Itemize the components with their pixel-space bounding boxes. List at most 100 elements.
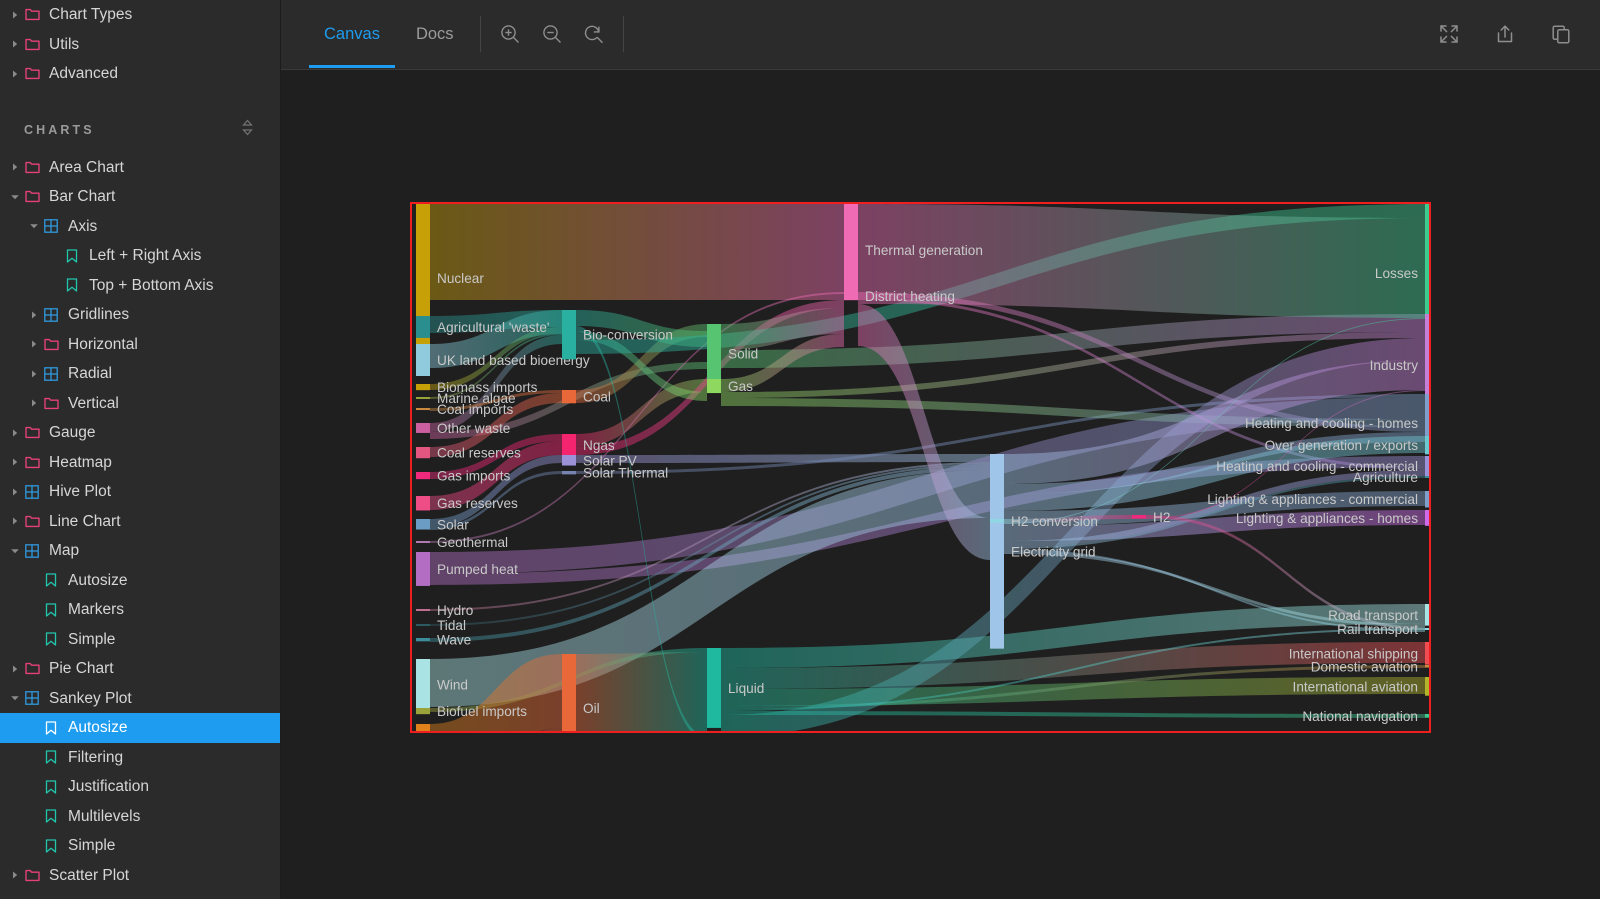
sankey-node[interactable] bbox=[990, 519, 1004, 523]
sort-updown-icon[interactable] bbox=[241, 119, 254, 141]
sankey-node[interactable] bbox=[562, 471, 576, 475]
zoom-out-icon[interactable] bbox=[531, 14, 573, 54]
sidebar-item-top-bottom-axis[interactable]: Top + Bottom Axis bbox=[0, 271, 280, 301]
sankey-node[interactable] bbox=[416, 316, 430, 338]
sidebar-item-autosize[interactable]: Autosize bbox=[0, 566, 280, 596]
chevron-down-icon[interactable] bbox=[8, 190, 22, 204]
chevron-right-icon[interactable] bbox=[27, 367, 41, 381]
sankey-node[interactable] bbox=[562, 434, 576, 456]
chevron-right-icon[interactable] bbox=[8, 160, 22, 174]
share-icon[interactable] bbox=[1484, 14, 1526, 54]
sankey-node[interactable] bbox=[416, 408, 430, 411]
sidebar-item-map[interactable]: Map bbox=[0, 536, 280, 566]
sankey-node[interactable] bbox=[562, 390, 576, 404]
tab-canvas[interactable]: Canvas bbox=[306, 0, 398, 68]
sidebar-item-advanced[interactable]: Advanced bbox=[0, 59, 280, 89]
sankey-node[interactable] bbox=[1425, 628, 1429, 630]
sidebar-item-hive-plot[interactable]: Hive Plot bbox=[0, 477, 280, 507]
sankey-link[interactable] bbox=[430, 455, 562, 527]
sankey-node[interactable] bbox=[1425, 491, 1429, 508]
sankey-node[interactable] bbox=[1425, 642, 1429, 665]
sankey-node[interactable] bbox=[1425, 476, 1429, 478]
zoom-in-icon[interactable] bbox=[489, 14, 531, 54]
sidebar-top-tree[interactable]: Chart Types Utils Advanced bbox=[0, 0, 280, 89]
fullscreen-icon[interactable] bbox=[1428, 14, 1470, 54]
sidebar-item-sankey-plot[interactable]: Sankey Plot bbox=[0, 684, 280, 714]
sidebar-item-vertical[interactable]: Vertical bbox=[0, 389, 280, 419]
sankey-node[interactable] bbox=[416, 724, 430, 731]
sankey-node[interactable] bbox=[416, 541, 430, 543]
sidebar-item-filtering[interactable]: Filtering bbox=[0, 743, 280, 773]
sankey-node[interactable] bbox=[707, 648, 721, 728]
sankey-node[interactable] bbox=[416, 708, 430, 715]
sankey-link[interactable] bbox=[576, 652, 707, 731]
chevron-right-icon[interactable] bbox=[8, 37, 22, 51]
sidebar-item-heatmap[interactable]: Heatmap bbox=[0, 448, 280, 478]
sankey-node[interactable] bbox=[1425, 665, 1429, 668]
chevron-right-icon[interactable] bbox=[8, 485, 22, 499]
sankey-node[interactable] bbox=[416, 397, 430, 399]
sidebar-item-horizontal[interactable]: Horizontal bbox=[0, 330, 280, 360]
sankey-node[interactable] bbox=[562, 310, 576, 360]
sidebar-item-scatter-plot[interactable]: Scatter Plot bbox=[0, 861, 280, 891]
sankey-node[interactable] bbox=[562, 654, 576, 731]
sidebar-item-line-chart[interactable]: Line Chart bbox=[0, 507, 280, 537]
chevron-right-icon[interactable] bbox=[8, 868, 22, 882]
sankey-node[interactable] bbox=[416, 447, 430, 459]
chevron-down-icon[interactable] bbox=[8, 544, 22, 558]
sankey-node[interactable] bbox=[416, 519, 430, 530]
zoom-reset-icon[interactable] bbox=[573, 14, 615, 54]
sankey-node[interactable] bbox=[844, 292, 858, 301]
sankey-node[interactable] bbox=[416, 384, 430, 391]
sidebar-item-pie-chart[interactable]: Pie Chart bbox=[0, 654, 280, 684]
sidebar-charts-tree[interactable]: Area Chart Bar Chart Axis Left + Right Axis… bbox=[0, 153, 280, 891]
sidebar-item-axis[interactable]: Axis bbox=[0, 212, 280, 242]
sankey-node[interactable] bbox=[416, 552, 430, 586]
canvas-area[interactable]: Nuclear Agricultural 'waste' UK land based… bbox=[281, 70, 1600, 899]
sankey-node[interactable] bbox=[416, 423, 430, 433]
sidebar-item-gauge[interactable]: Gauge bbox=[0, 418, 280, 448]
chevron-down-icon[interactable] bbox=[27, 219, 41, 233]
chevron-right-icon[interactable] bbox=[8, 8, 22, 22]
sankey-node[interactable] bbox=[562, 455, 576, 466]
chevron-right-icon[interactable] bbox=[8, 67, 22, 81]
sidebar-item-autosize[interactable]: Autosize bbox=[0, 713, 280, 743]
sankey-link[interactable] bbox=[430, 204, 844, 300]
sidebar-item-bar-chart[interactable]: Bar Chart bbox=[0, 182, 280, 212]
sankey-node[interactable] bbox=[416, 609, 430, 611]
sankey-node[interactable] bbox=[416, 344, 430, 377]
sankey-node[interactable] bbox=[1425, 510, 1429, 526]
chevron-right-icon[interactable] bbox=[27, 308, 41, 322]
sankey-node[interactable] bbox=[1425, 677, 1429, 696]
sidebar[interactable]: Chart Types Utils Advanced CHARTS Area Cha… bbox=[0, 0, 281, 899]
sankey-node[interactable] bbox=[1132, 515, 1146, 519]
sidebar-item-area-chart[interactable]: Area Chart bbox=[0, 153, 280, 183]
sidebar-item-multilevels[interactable]: Multilevels bbox=[0, 802, 280, 832]
sankey-node[interactable] bbox=[416, 472, 430, 480]
sankey-node[interactable] bbox=[1425, 456, 1429, 476]
sankey-node[interactable] bbox=[416, 496, 430, 511]
sidebar-item-markers[interactable]: Markers bbox=[0, 595, 280, 625]
chevron-right-icon[interactable] bbox=[8, 455, 22, 469]
sidebar-item-radial[interactable]: Radial bbox=[0, 359, 280, 389]
sankey-node[interactable] bbox=[1425, 714, 1429, 718]
sankey-node[interactable] bbox=[416, 638, 430, 642]
sidebar-item-gridlines[interactable]: Gridlines bbox=[0, 300, 280, 330]
chevron-right-icon[interactable] bbox=[27, 337, 41, 351]
copy-icon[interactable] bbox=[1540, 14, 1582, 54]
sankey-node[interactable] bbox=[1425, 604, 1429, 626]
sankey-node[interactable] bbox=[844, 204, 858, 297]
sidebar-item-utils[interactable]: Utils bbox=[0, 30, 280, 60]
sankey-chart[interactable]: Nuclear Agricultural 'waste' UK land based… bbox=[410, 202, 1431, 733]
tab-bar[interactable]: Canvas Docs bbox=[281, 0, 632, 68]
toolbar-actions[interactable] bbox=[1428, 14, 1582, 54]
chevron-right-icon[interactable] bbox=[27, 396, 41, 410]
sankey-node[interactable] bbox=[707, 324, 721, 383]
chevron-right-icon[interactable] bbox=[8, 426, 22, 440]
sankey-node[interactable] bbox=[1425, 436, 1429, 455]
sankey-node[interactable] bbox=[416, 624, 430, 626]
sankey-node[interactable] bbox=[990, 454, 1004, 649]
sankey-node[interactable] bbox=[416, 659, 430, 710]
sidebar-item-simple[interactable]: Simple bbox=[0, 831, 280, 861]
chevron-down-icon[interactable] bbox=[8, 691, 22, 705]
